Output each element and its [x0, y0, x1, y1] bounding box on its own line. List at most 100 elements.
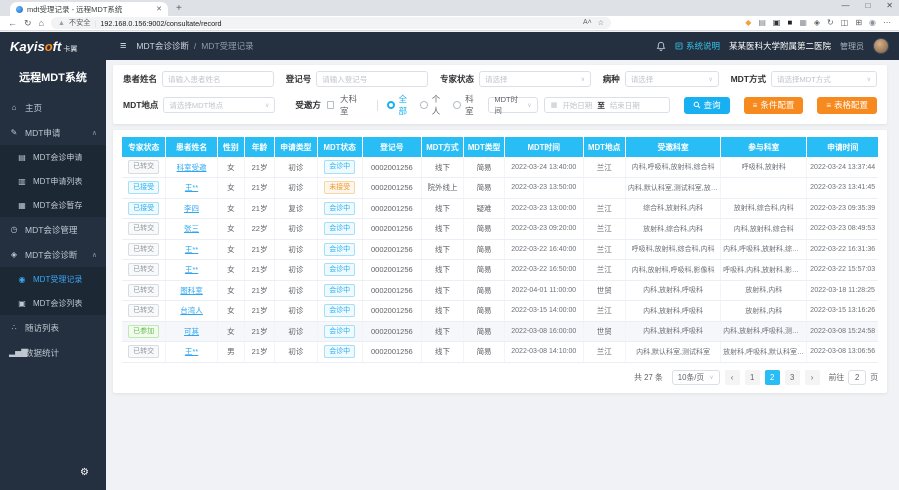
mdt-mode-select[interactable]: 请选择MDT方式∨: [771, 71, 877, 87]
big-dept-checkbox[interactable]: [327, 101, 334, 109]
minimize-icon[interactable]: —: [841, 1, 849, 10]
column-header-apply_type[interactable]: 申请类型: [275, 137, 317, 157]
column-header-time[interactable]: MDT时间: [504, 137, 583, 157]
column-header-sex[interactable]: 性别: [217, 137, 244, 157]
extension-icon-3[interactable]: ▣: [773, 19, 781, 27]
radio-label-个人[interactable]: 个人: [432, 93, 443, 117]
breadcrumb-parent[interactable]: MDT会诊诊断: [136, 40, 188, 52]
register-no-input[interactable]: 请输入登记号: [316, 71, 428, 87]
column-header-place[interactable]: MDT地点: [583, 137, 625, 157]
expert-status-select[interactable]: 请选择∨: [479, 71, 591, 87]
bell-icon[interactable]: [656, 41, 666, 52]
address-bar[interactable]: ▲ 不安全 | 192.168.0.156:9002/consultate/re…: [51, 17, 611, 29]
disease-select[interactable]: 请选择∨: [625, 71, 719, 87]
condition-config-button[interactable]: ≡ 条件配置: [744, 97, 804, 114]
extension-icon-1[interactable]: ◆: [745, 19, 751, 27]
patient-name-link[interactable]: 王**: [185, 347, 198, 356]
sidebar-item-followup[interactable]: ∴随访列表: [0, 315, 106, 340]
table-row: 已转交图科室女21岁初诊会诊中0002001256线下简易2022-04-01 …: [122, 280, 878, 301]
radio-个人[interactable]: [420, 101, 428, 109]
cell-reg: 0002001256: [362, 198, 421, 219]
back-icon[interactable]: ←: [8, 19, 17, 28]
invitee-radio-group: 全部个人科室: [387, 93, 483, 117]
sidebar-item-mdt-diagnosis[interactable]: ◈MDT会诊诊断∧: [0, 242, 106, 267]
column-header-mode[interactable]: MDT方式: [421, 137, 463, 157]
column-header-invited[interactable]: 受邀科室: [625, 137, 720, 157]
status-badge: 已接受: [128, 202, 159, 215]
patient-name-link[interactable]: 可其: [184, 327, 199, 336]
expert-status-label: 专家状态: [440, 73, 474, 85]
home-icon[interactable]: ⌂: [39, 19, 44, 28]
sidebar-item-mdt-consult-draft[interactable]: ▦MDT会诊暂存: [0, 193, 106, 217]
sidebar-item-stats[interactable]: ▂▅▇数据统计: [0, 340, 106, 365]
radio-全部[interactable]: [387, 101, 395, 109]
radio-label-全部[interactable]: 全部: [399, 93, 410, 117]
next-page-icon[interactable]: ›: [805, 370, 820, 385]
column-header-type[interactable]: MDT类型: [464, 137, 505, 157]
sidebar-item-mdt-manage[interactable]: ◷MDT会诊管理: [0, 217, 106, 242]
read-aloud-icon[interactable]: A˄: [583, 19, 592, 27]
more-icon[interactable]: ⋯: [883, 19, 891, 27]
date-range-picker[interactable]: ▦ 开始日期 至 结束日期: [544, 97, 670, 113]
column-header-expert[interactable]: 专家状态: [122, 137, 166, 157]
sync-icon[interactable]: ↻: [827, 19, 834, 27]
new-tab-button[interactable]: +: [176, 2, 182, 16]
page-size-select[interactable]: 10条/页 ∨: [672, 370, 720, 385]
browser-profile-icon[interactable]: ◉: [869, 19, 876, 27]
patient-name-link[interactable]: 王**: [185, 183, 198, 192]
extension-icon-2[interactable]: ▤: [758, 19, 766, 27]
extension-icon-4[interactable]: ■: [787, 19, 792, 27]
column-header-name[interactable]: 患者姓名: [166, 137, 217, 157]
cell-expert: 已转交: [122, 342, 166, 363]
column-header-status[interactable]: MDT状态: [317, 137, 362, 157]
collapse-menu-icon[interactable]: ≡: [120, 40, 126, 52]
reload-icon[interactable]: ↻: [24, 19, 32, 28]
patient-name-link[interactable]: 图科室: [180, 286, 203, 295]
patient-name-link[interactable]: 台湾人: [180, 306, 203, 315]
column-header-joined[interactable]: 参与科室: [721, 137, 807, 157]
tab-close-icon[interactable]: ✕: [156, 5, 162, 13]
sidebar-item-mdt-record[interactable]: ◉MDT受理记录: [0, 267, 106, 291]
patient-name-link[interactable]: 王**: [185, 265, 198, 274]
column-header-age[interactable]: 年龄: [244, 137, 274, 157]
mdt-time-select[interactable]: MDT时间 ∨: [488, 97, 537, 113]
search-button[interactable]: 查询: [684, 97, 730, 114]
mdt-place-select[interactable]: 请选择MDT地点 ∨: [163, 97, 275, 113]
chevron-up-icon: ∧: [92, 129, 97, 137]
sidebar-item-mdt-consult-list[interactable]: ▣MDT会诊列表: [0, 291, 106, 315]
extension-icon-5[interactable]: ▦: [799, 19, 807, 27]
prev-page-icon[interactable]: ‹: [725, 370, 740, 385]
split-screen-icon[interactable]: ◫: [841, 19, 849, 27]
column-header-applied[interactable]: 申请时间: [807, 137, 878, 157]
page-button-2[interactable]: 2: [765, 370, 780, 385]
sidebar-item-mdt-apply-list[interactable]: ▥MDT申请列表: [0, 169, 106, 193]
system-help-link[interactable]: 系统说明: [675, 40, 720, 52]
star-icon[interactable]: ☆: [598, 19, 604, 27]
patient-name-link[interactable]: 王**: [185, 245, 198, 254]
warning-icon: ▲: [58, 20, 65, 27]
status-badge: 会诊中: [324, 160, 355, 173]
sidebar-item-home[interactable]: ⌂主页: [0, 95, 106, 120]
sidebar-item-mdt-apply[interactable]: ✎MDT申请∧: [0, 120, 106, 145]
patient-name-input[interactable]: 请输入患者姓名: [162, 71, 274, 87]
close-icon[interactable]: ✕: [886, 1, 893, 10]
browser-tab[interactable]: mdt受理记录 - 远程MDT系统 ✕: [10, 2, 168, 16]
patient-name-link[interactable]: 李四: [184, 204, 199, 213]
goto-page-input[interactable]: 2: [848, 370, 866, 385]
radio-label-科室[interactable]: 科室: [465, 93, 476, 117]
patient-name-link[interactable]: 科室受邀: [177, 163, 207, 172]
avatar[interactable]: [873, 38, 889, 54]
media-control-icon[interactable]: ◈: [814, 19, 820, 27]
gear-icon[interactable]: ⚙: [80, 467, 89, 478]
page-button-3[interactable]: 3: [785, 370, 800, 385]
column-header-reg[interactable]: 登记号: [362, 137, 421, 157]
radio-科室[interactable]: [453, 101, 461, 109]
collections-icon[interactable]: ⊞: [855, 19, 862, 27]
big-dept-checkbox-label[interactable]: 大科室: [340, 93, 362, 117]
page-button-1[interactable]: 1: [745, 370, 760, 385]
maximize-icon[interactable]: □: [865, 1, 870, 10]
patient-name-link[interactable]: 张三: [184, 224, 199, 233]
sidebar-item-mdt-consult-apply[interactable]: ▤MDT会诊申请: [0, 145, 106, 169]
table-config-button[interactable]: ≡ 表格配置: [817, 97, 877, 114]
cell-mode: 线下: [421, 280, 463, 301]
